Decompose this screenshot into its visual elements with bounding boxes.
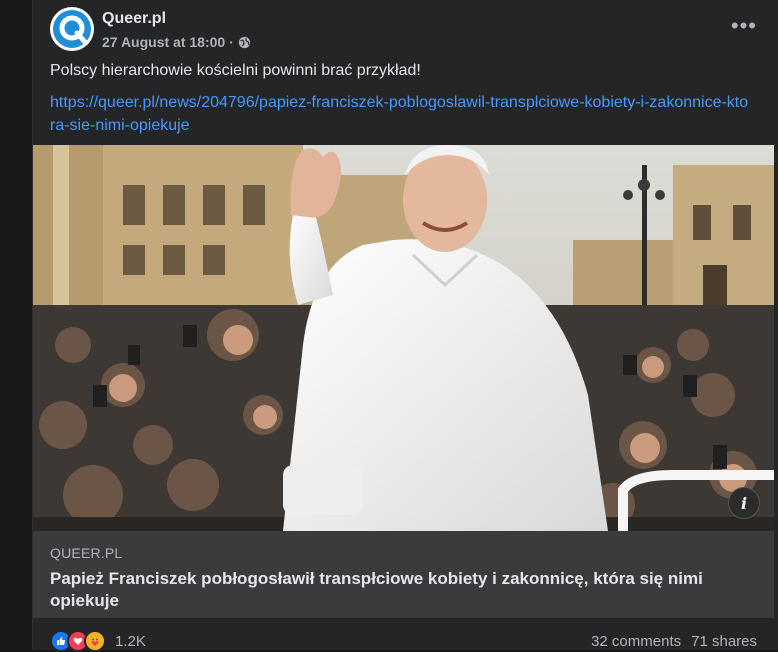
post-link[interactable]: https://queer.pl/news/204796/papiez-fran… — [50, 91, 750, 137]
more-options-icon[interactable]: ••• — [731, 15, 757, 37]
care-icon — [84, 630, 106, 652]
queer-logo-icon — [53, 10, 91, 48]
reaction-count: 1.2K — [115, 632, 146, 650]
post-card: Queer.pl 27 August at 18:00 · ••• Polscy… — [32, 0, 778, 652]
page-name[interactable]: Queer.pl — [102, 10, 166, 28]
info-icon[interactable]: i — [728, 487, 760, 519]
post-text: Polscy hierarchowie kościelni powinni br… — [50, 62, 421, 79]
engagement-counts: 32 comments 71 shares — [591, 633, 757, 650]
post-timestamp[interactable]: 27 August at 18:00 — [102, 34, 225, 50]
meta-separator: · — [229, 34, 234, 50]
link-preview[interactable]: QUEER.PL Papież Franciszek pobłogosławił… — [33, 531, 774, 618]
globe-icon — [238, 36, 251, 48]
preview-domain: QUEER.PL — [50, 545, 123, 561]
post-meta: 27 August at 18:00 · — [102, 34, 251, 50]
page-avatar[interactable] — [50, 7, 94, 51]
reactions-summary[interactable]: 1.2K — [50, 630, 146, 652]
preview-headline[interactable]: Papież Franciszek pobłogosławił transpłc… — [50, 568, 750, 612]
comments-count[interactable]: 32 comments — [591, 633, 681, 650]
preview-photo-illustration — [33, 145, 774, 531]
link-preview-image[interactable]: i — [33, 145, 774, 531]
shares-count[interactable]: 71 shares — [691, 633, 757, 650]
